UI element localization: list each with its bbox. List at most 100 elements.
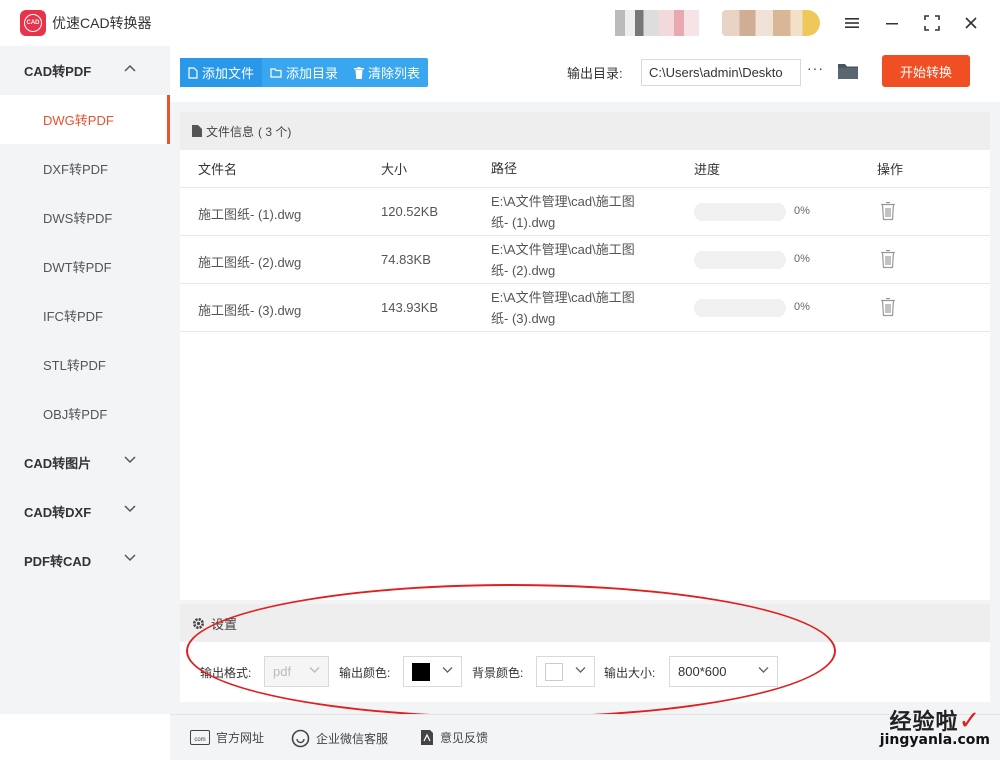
progress-percent: 0% — [794, 205, 810, 217]
sidebar: CAD转PDF DWG转PDF DXF转PDF DWS转PDF DWT转PDF … — [0, 46, 170, 714]
output-color-select[interactable] — [403, 656, 462, 687]
output-size-label: 输出大小: — [604, 666, 656, 680]
footer: com 官方网址 企业微信客服 意见反馈 — [170, 714, 1000, 760]
trash-icon — [354, 66, 365, 79]
delete-icon[interactable] — [880, 297, 896, 317]
sidebar-item-dws-to-pdf[interactable]: DWS转PDF — [0, 193, 170, 242]
file-path-line2: 纸- (2).dwg — [491, 263, 556, 278]
file-path-line1: E:\A文件管理\cad\施工图 — [491, 194, 635, 209]
column-header-actions: 操作 — [877, 162, 904, 177]
output-size-select[interactable]: 800*600 — [669, 656, 778, 687]
output-directory-input[interactable]: C:\Users\admin\Deskto — [641, 59, 801, 86]
sidebar-group-label: CAD转图片 — [24, 456, 92, 471]
column-header-size: 大小 — [381, 162, 408, 177]
wechat-service-label: 企业微信客服 — [316, 732, 389, 746]
sidebar-group-label: CAD转PDF — [24, 64, 92, 79]
file-path: E:\A文件管理\cad\施工图 纸- (1).dwg — [491, 191, 661, 233]
settings-title: 设置 — [211, 616, 238, 632]
chevron-down-icon — [309, 667, 320, 673]
user-avatar-blurred[interactable] — [615, 10, 699, 36]
open-folder-icon[interactable] — [837, 62, 859, 80]
output-color-label: 输出颜色: — [339, 666, 391, 680]
settings-header: 设置 — [180, 604, 990, 642]
menu-icon[interactable] — [840, 11, 864, 35]
chevron-down-icon — [124, 456, 136, 464]
chevron-down-icon — [758, 667, 769, 673]
more-options-button[interactable]: ··· — [807, 60, 827, 82]
toolbar: 添加文件 添加目录 清除列表 输出目录: C:\Users\admin\Desk… — [170, 46, 1000, 102]
progress-bar — [694, 251, 786, 269]
sidebar-item-dxf-to-pdf[interactable]: DXF转PDF — [0, 144, 170, 193]
sidebar-group-pdf-to-cad[interactable]: PDF转CAD — [0, 536, 170, 585]
folder-icon — [270, 68, 282, 78]
sidebar-item-obj-to-pdf[interactable]: OBJ转PDF — [0, 389, 170, 438]
column-header-name: 文件名 — [198, 162, 238, 177]
clear-list-button[interactable]: 清除列表 — [346, 58, 428, 87]
website-icon-text: com — [194, 737, 205, 743]
delete-icon[interactable] — [880, 249, 896, 269]
sidebar-group-cad-to-pdf[interactable]: CAD转PDF — [0, 46, 170, 95]
background-color-label: 背景颜色: — [472, 666, 524, 680]
add-file-label: 添加文件 — [202, 66, 255, 81]
output-color-swatch — [412, 662, 430, 681]
file-info-title: 文件信息 — [206, 124, 255, 139]
start-convert-button[interactable]: 开始转换 — [882, 55, 970, 87]
output-format-label: 输出格式: — [200, 666, 252, 680]
background-color-swatch — [545, 662, 563, 681]
add-directory-button[interactable]: 添加目录 — [262, 58, 346, 87]
file-size: 143.93KB — [381, 300, 439, 315]
clear-list-label: 清除列表 — [368, 66, 421, 81]
add-directory-label: 添加目录 — [286, 66, 339, 81]
settings-panel: 设置 输出格式: pdf 输出颜色: 背景颜色: 输出大小: 800*600 — [180, 604, 990, 702]
sidebar-item-ifc-to-pdf[interactable]: IFC转PDF — [0, 291, 170, 340]
feedback-link[interactable]: 意见反馈 — [420, 729, 488, 746]
official-website-link[interactable]: com 官方网址 — [190, 729, 264, 746]
progress-percent: 0% — [794, 301, 810, 313]
output-directory-label: 输出目录: — [567, 66, 623, 81]
sidebar-group-cad-to-dxf[interactable]: CAD转DXF — [0, 487, 170, 536]
close-icon[interactable] — [959, 11, 983, 35]
file-icon — [188, 66, 198, 79]
maximize-icon[interactable] — [920, 11, 944, 35]
output-format-select[interactable]: pdf — [264, 656, 329, 687]
table-row[interactable]: 施工图纸- (2).dwg 74.83KB E:\A文件管理\cad\施工图 纸-… — [180, 236, 990, 284]
progress-bar — [694, 203, 786, 221]
table-row[interactable]: 施工图纸- (3).dwg 143.93KB E:\A文件管理\cad\施工图纸… — [180, 284, 990, 332]
file-name: 施工图纸- (3).dwg — [198, 303, 302, 318]
chevron-down-icon — [575, 667, 586, 673]
file-info-header: 文件信息 ( 3 个) — [180, 112, 990, 150]
column-header-progress: 进度 — [694, 162, 721, 177]
table-row[interactable]: 施工图纸- (1).dwg 120.52KB E:\A文件管理\cad\施工图纸… — [180, 188, 990, 236]
watermark: 经验啦✓ jingyanla.com — [880, 704, 990, 748]
user-info-blurred[interactable] — [722, 10, 820, 36]
sidebar-group-label: PDF转CAD — [24, 554, 92, 569]
app-logo-text: CAD — [24, 14, 42, 32]
table-header: 文件名 大小 路径 进度 操作 — [180, 150, 990, 188]
add-file-button[interactable]: 添加文件 — [180, 58, 263, 87]
chevron-up-icon — [124, 64, 136, 72]
file-path-line1: E:\A文件管理\cad\施工图 — [491, 242, 635, 257]
file-path: E:\A文件管理\cad\施工图 纸- (2).dwg — [491, 239, 661, 281]
sidebar-item-dwg-to-pdf[interactable]: DWG转PDF — [0, 95, 170, 144]
output-size-value: 800*600 — [678, 664, 727, 679]
file-path-line2: 纸- (3).dwg — [491, 311, 556, 326]
file-path-line2: 纸- (1).dwg — [491, 215, 556, 230]
file-info-panel: 文件信息 ( 3 个) 文件名 大小 路径 进度 操作 施工图纸- (1).dw… — [180, 112, 990, 600]
minimize-icon[interactable] — [880, 11, 904, 35]
file-size: 120.52KB — [381, 204, 439, 219]
delete-icon[interactable] — [880, 201, 896, 221]
wechat-icon — [291, 729, 310, 748]
progress-percent: 0% — [794, 253, 810, 265]
sidebar-item-dwt-to-pdf[interactable]: DWT转PDF — [0, 242, 170, 291]
background-color-select[interactable] — [536, 656, 595, 687]
feedback-icon — [421, 730, 433, 745]
chevron-down-icon — [124, 554, 136, 562]
watermark-url: jingyanla.com — [879, 732, 990, 748]
file-name: 施工图纸- (1).dwg — [198, 207, 302, 222]
output-format-value: pdf — [273, 664, 292, 679]
chevron-down-icon — [442, 667, 453, 673]
file-path: E:\A文件管理\cad\施工图 纸- (3).dwg — [491, 287, 661, 329]
sidebar-item-stl-to-pdf[interactable]: STL转PDF — [0, 340, 170, 389]
wechat-service-link[interactable]: 企业微信客服 — [291, 729, 388, 748]
sidebar-group-cad-to-image[interactable]: CAD转图片 — [0, 438, 170, 487]
